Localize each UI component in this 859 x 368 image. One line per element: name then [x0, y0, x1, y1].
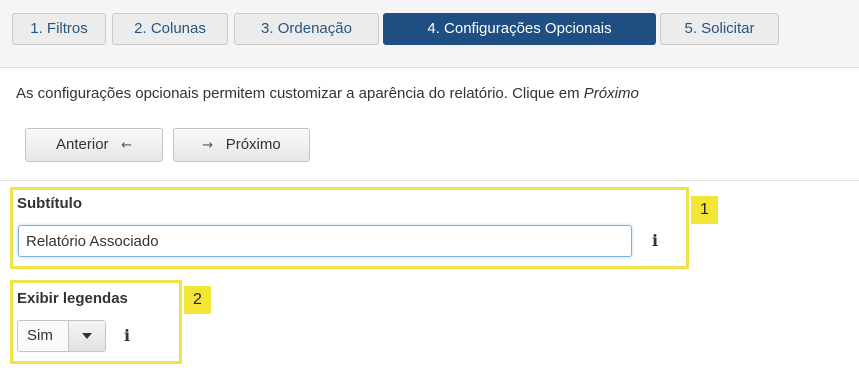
callout-badge-1: 1 [691, 196, 718, 224]
tab-configuracoes-opcionais[interactable]: 4. Configurações Opcionais [383, 13, 656, 45]
tab-solicitar[interactable]: 5. Solicitar [660, 13, 779, 45]
info-message-text: As configurações opcionais permitem cust… [16, 85, 584, 102]
legends-label: Exibir legendas [17, 290, 128, 307]
previous-button[interactable]: Anterior ← [25, 128, 163, 162]
legends-select-toggle[interactable] [68, 321, 105, 351]
subtitle-label: Subtítulo [17, 195, 82, 212]
tab-bar-divider [0, 67, 859, 68]
arrow-right-icon: → [202, 138, 214, 153]
legends-select-value: Sim [27, 327, 53, 344]
next-button-label: Próximo [225, 136, 281, 153]
info-message: As configurações opcionais permitem cust… [16, 85, 859, 102]
previous-button-label: Anterior [56, 136, 109, 153]
legends-select[interactable]: Sim [17, 320, 106, 352]
tab-colunas[interactable]: 2. Colunas [112, 13, 228, 45]
tab-filtros[interactable]: 1. Filtros [12, 13, 106, 45]
info-message-emphasis: Próximo [583, 85, 639, 102]
section-divider [0, 180, 859, 181]
wizard-tab-bar: 1. Filtros 2. Colunas 3. Ordenação 4. Co… [0, 0, 859, 68]
caret-down-icon [82, 333, 92, 339]
subtitle-input[interactable] [18, 225, 632, 257]
subtitle-info-icon[interactable]: i [652, 231, 658, 250]
tab-ordenacao[interactable]: 3. Ordenação [234, 13, 379, 45]
legends-info-icon[interactable]: i [124, 326, 130, 345]
callout-badge-2: 2 [184, 286, 211, 314]
arrow-left-icon: ← [121, 138, 132, 153]
next-button[interactable]: → Próximo [173, 128, 310, 162]
